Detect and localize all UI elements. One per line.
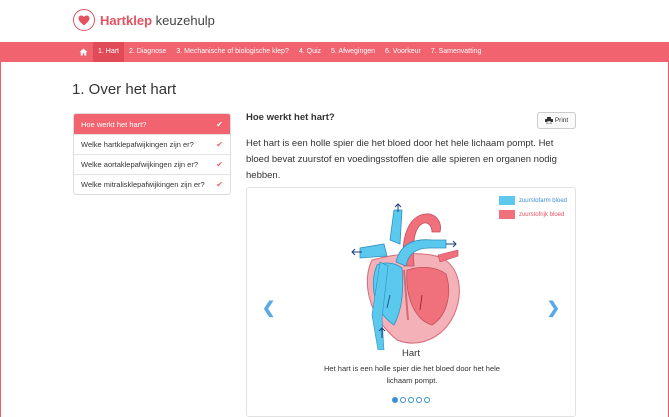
sidebar-item-hoe-werkt-het-hart[interactable]: Hoe werkt het hart? ✔ xyxy=(74,114,230,134)
heart-icon xyxy=(73,9,95,31)
nav-item-hart[interactable]: 1. Hart xyxy=(93,42,125,62)
print-button[interactable]: Print xyxy=(537,112,576,129)
check-icon: ✔ xyxy=(216,140,223,149)
check-icon: ✔ xyxy=(216,160,223,169)
sidebar-item-mitralisklepafwijkingen[interactable]: Welke mitralisklepafwijkingen zijn er? ✔ xyxy=(74,174,230,194)
legend-label: zuurstofarm bloed xyxy=(518,197,567,204)
carousel-dot[interactable] xyxy=(408,397,414,403)
sidebar-item-label: Hoe werkt het hart? xyxy=(81,119,147,129)
carousel-dot[interactable] xyxy=(400,397,406,403)
heart-diagram xyxy=(351,203,460,350)
slide-title: Hart xyxy=(402,348,420,359)
legend-swatch-blue xyxy=(498,196,515,205)
brand-name: Hartklep keuzehulp xyxy=(100,13,215,28)
print-label: Print xyxy=(554,117,569,124)
legend-swatch-red xyxy=(498,210,515,219)
check-icon: ✔ xyxy=(216,119,223,129)
nav-item-quiz[interactable]: 4. Quiz xyxy=(294,42,326,62)
logo[interactable]: Hartklep keuzehulp xyxy=(73,9,215,31)
chevron-right-icon[interactable]: ❯ xyxy=(547,298,560,318)
sidebar-item-label: Welke hartklepafwijkingen zijn er? xyxy=(81,140,194,149)
site-header: Hartklep keuzehulp xyxy=(0,0,669,42)
carousel-dot[interactable] xyxy=(424,397,430,403)
content-section: Hoe werkt het hart? Print Het hart is ee… xyxy=(246,112,576,181)
chevron-left-icon[interactable]: ❮ xyxy=(262,298,275,318)
nav-item-klep[interactable]: 3. Mechanische of biologische klep? xyxy=(171,42,293,62)
sidebar-item-aortaklepafwijkingen[interactable]: Welke aortaklepafwijkingen zijn er? ✔ xyxy=(74,154,230,174)
brand-rest: keuzehulp xyxy=(152,12,215,28)
section-title: Hoe werkt het hart? xyxy=(246,112,335,123)
home-icon xyxy=(79,48,87,56)
carousel-dot[interactable] xyxy=(416,397,422,403)
sidebar: Hoe werkt het hart? ✔ Welke hartklepafwi… xyxy=(73,113,231,195)
page-title: 1. Over het hart xyxy=(72,81,177,98)
nav-home[interactable] xyxy=(73,42,93,62)
main-nav: 1. Hart 2. Diagnose 3. Mechanische of bi… xyxy=(0,42,669,62)
intro-text: Het hart is een holle spier die het bloe… xyxy=(246,138,557,181)
sidebar-item-hartklepafwijkingen[interactable]: Welke hartklepafwijkingen zijn er? ✔ xyxy=(74,134,230,154)
printer-icon xyxy=(544,117,553,124)
sidebar-item-label: Welke aortaklepafwijkingen zijn er? xyxy=(81,160,199,169)
legend-item-zuurstofarm: zuurstofarm bloed xyxy=(498,196,567,205)
check-icon: ✔ xyxy=(216,180,223,189)
nav-item-diagnose[interactable]: 2. Diagnose xyxy=(124,42,171,62)
sidebar-item-label: Welke mitralisklepafwijkingen zijn er? xyxy=(81,180,205,189)
legend-item-zuurstofrijk: zuurstofrijk bloed xyxy=(498,210,567,219)
nav-item-samenvatting[interactable]: 7. Samenvatting xyxy=(426,42,487,62)
brand-bold: Hartklep xyxy=(100,12,153,28)
carousel-indicators xyxy=(247,397,575,403)
carousel-dot[interactable] xyxy=(392,397,398,403)
legend: zuurstofarm bloed zuurstofrijk bloed xyxy=(498,196,567,224)
image-carousel: zuurstofarm bloed zuurstofrijk bloed ❮ ❯ xyxy=(246,187,576,417)
slide-caption: Het hart is een holle spier die het bloe… xyxy=(324,364,500,385)
nav-item-voorkeur[interactable]: 6. Voorkeur xyxy=(380,42,426,62)
legend-label: zuurstofrijk bloed xyxy=(518,211,565,218)
nav-item-afwegingen[interactable]: 5. Afwegingen xyxy=(326,42,380,62)
